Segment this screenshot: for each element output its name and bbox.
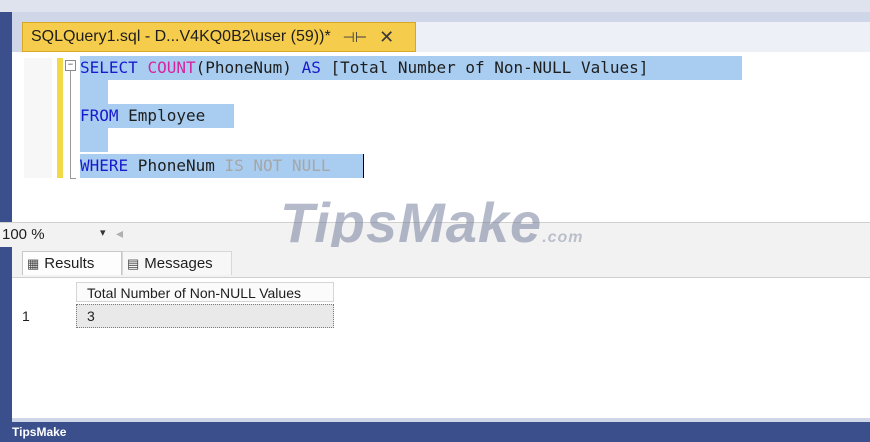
grid-cell[interactable]: 3 — [76, 304, 334, 328]
watermark: TipsMake.com — [280, 190, 584, 255]
count-argument: (PhoneNum) — [195, 58, 292, 77]
text-cursor — [363, 154, 364, 178]
keyword-select: SELECT — [80, 58, 138, 77]
pin-icon[interactable]: ⊣⊢ — [343, 29, 367, 46]
code-line-where[interactable]: WHERE PhoneNum IS NOT NULL — [80, 154, 330, 178]
column-alias: [Total Number of Non-NULL Values] — [330, 58, 649, 77]
tab-messages[interactable]: ▤ Messages — [122, 251, 232, 275]
keyword-from: FROM — [80, 106, 119, 125]
results-grid: Total Number of Non-NULL Values 1 3 — [12, 277, 870, 418]
function-count: COUNT — [147, 58, 196, 77]
tab-bar-empty — [416, 22, 870, 52]
keyword-as: AS — [301, 58, 321, 77]
fold-end — [70, 178, 76, 179]
where-column: PhoneNum — [128, 156, 225, 175]
results-tab-bar: ▦ Results ▤ Messages — [12, 247, 870, 277]
ssms-window: SQLQuery1.sql - D...V4KQ0B2\user (59))* … — [0, 0, 870, 442]
footer-brand: TipsMake — [0, 422, 870, 442]
tab-results-label: Results — [44, 255, 95, 272]
zoom-level[interactable]: 100 % — [2, 226, 45, 243]
tab-messages-label: Messages — [144, 255, 213, 272]
scroll-left-icon[interactable]: ◂ — [116, 225, 123, 242]
change-marker — [57, 58, 63, 178]
tab-title: SQLQuery1.sql - D...V4KQ0B2\user (59))* — [31, 28, 331, 45]
editor-gutter — [24, 58, 52, 178]
close-icon[interactable]: ✕ — [379, 27, 394, 48]
messages-icon: ▤ — [127, 255, 140, 271]
left-frame-strip — [0, 12, 12, 422]
row-number[interactable]: 1 — [22, 308, 30, 324]
code-line-from[interactable]: FROM Employee — [80, 104, 205, 128]
grid-icon: ▦ — [27, 255, 40, 271]
selection-highlight — [80, 80, 108, 104]
watermark-text: TipsMake — [280, 191, 543, 254]
column-header[interactable]: Total Number of Non-NULL Values — [76, 282, 334, 302]
where-condition: IS NOT NULL — [224, 156, 331, 175]
keyword-where: WHERE — [80, 156, 129, 175]
fold-line — [70, 71, 71, 179]
selection-highlight — [80, 128, 108, 152]
chevron-down-icon[interactable]: ▾ — [100, 226, 106, 239]
tab-query-file[interactable]: SQLQuery1.sql - D...V4KQ0B2\user (59))* … — [22, 22, 416, 52]
title-strip — [0, 0, 870, 12]
watermark-suffix: .com — [542, 229, 584, 246]
table-name: Employee — [118, 106, 206, 125]
collapse-icon[interactable]: − — [65, 60, 76, 71]
code-line-select[interactable]: SELECT COUNT(PhoneNum) AS [Total Number … — [80, 56, 648, 80]
tab-results[interactable]: ▦ Results — [22, 251, 122, 275]
